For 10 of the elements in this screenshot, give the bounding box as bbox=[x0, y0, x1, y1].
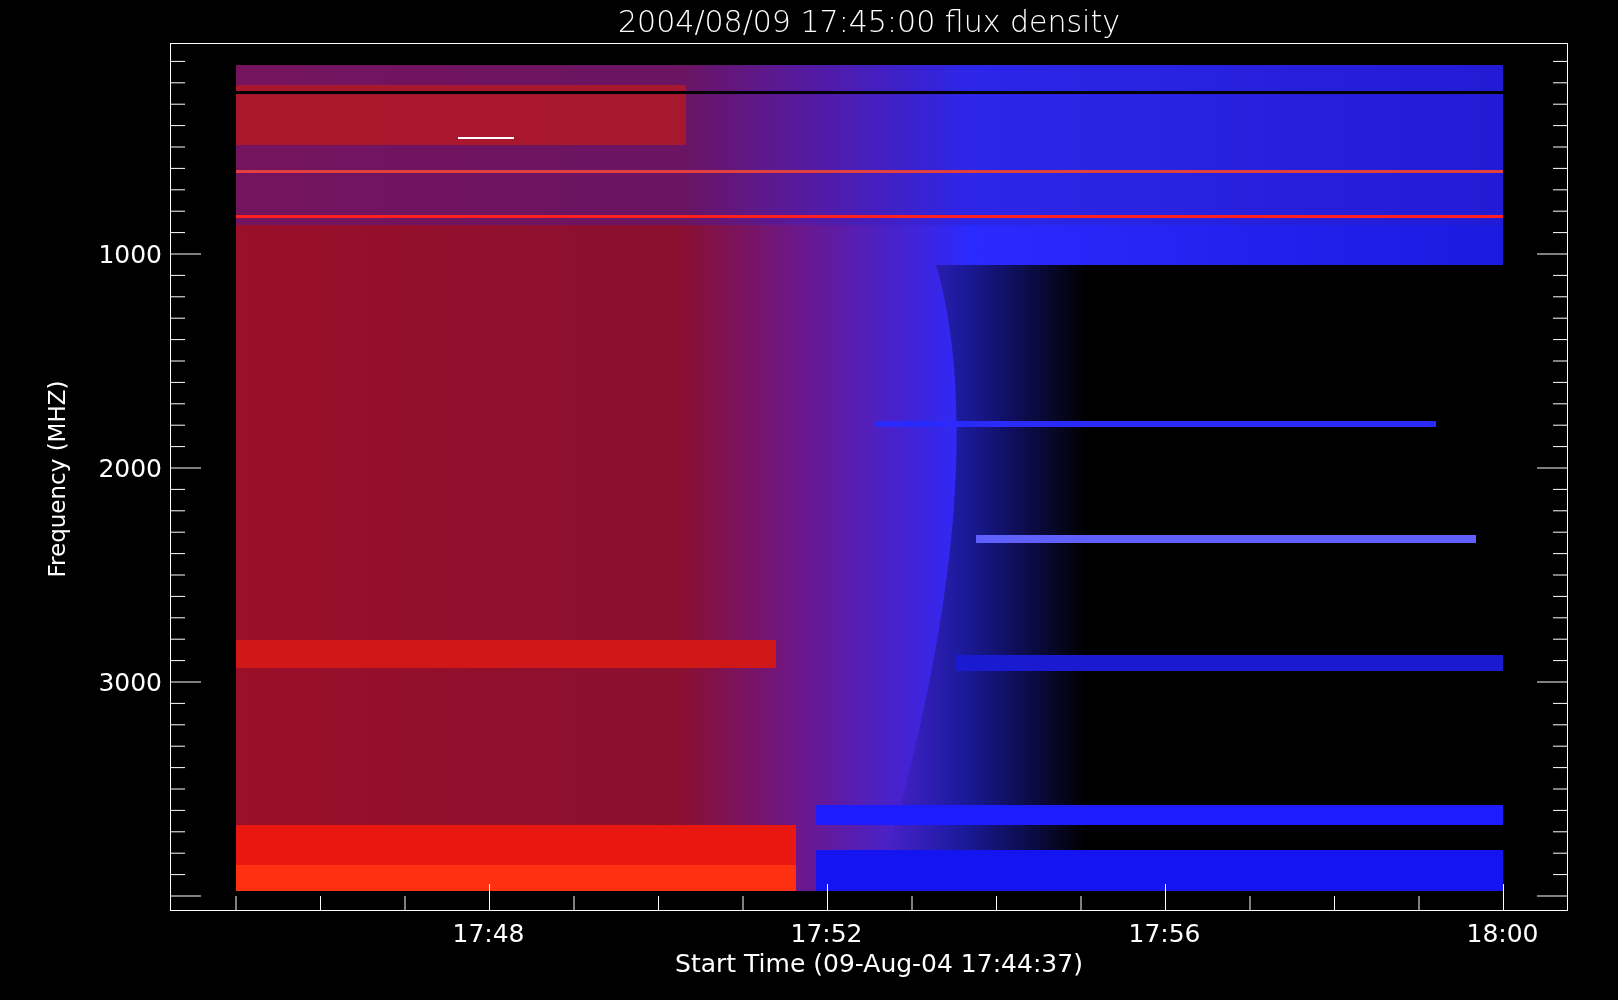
x-axis-label: Start Time (09-Aug-04 17:44:37) bbox=[675, 949, 1083, 978]
y-tick-label: 3000 bbox=[98, 667, 162, 697]
x-tick-label: 18:00 bbox=[1466, 919, 1539, 948]
x-tick-label: 17:52 bbox=[790, 919, 863, 948]
x-tick-label: 17:48 bbox=[452, 919, 525, 948]
y-tick-label: 1000 bbox=[98, 239, 162, 269]
x-tick-label: 17:56 bbox=[1128, 919, 1201, 948]
y-axis-label: Frequency (MHZ) bbox=[43, 380, 71, 578]
chart-title: 2004/08/09 17:45:00 flux density bbox=[617, 4, 1120, 39]
y-tick-label: 2000 bbox=[98, 453, 162, 483]
